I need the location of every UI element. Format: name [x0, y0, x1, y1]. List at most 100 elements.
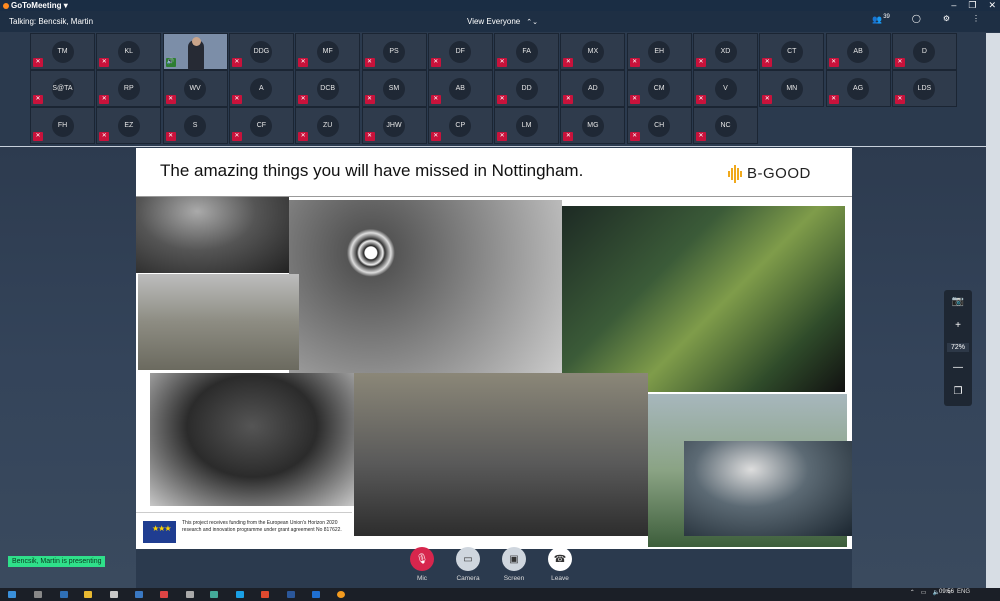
chrome-icon[interactable]: [261, 591, 269, 598]
fit-window-button[interactable]: ❐: [944, 386, 972, 397]
participant-tile[interactable]: 🔊: [162, 33, 228, 70]
participant-tile[interactable]: AG ✕: [825, 70, 891, 107]
more-button[interactable]: ⋮: [972, 14, 980, 23]
participant-tile[interactable]: ZU ✕: [295, 107, 361, 144]
participant-tile[interactable]: LM ✕: [494, 107, 560, 144]
participant-tile[interactable]: S@TA ✕: [30, 70, 95, 107]
photo-umbrella-droplets: [684, 441, 852, 536]
participant-tile[interactable]: RP ✕: [96, 70, 162, 107]
participant-tile[interactable]: WV ✕: [162, 70, 228, 107]
participant-tile[interactable]: FA ✕: [494, 33, 560, 70]
participant-tile[interactable]: CF ✕: [228, 107, 294, 144]
participant-tile[interactable]: FH ✕: [30, 107, 95, 144]
participant-initials: CT: [780, 40, 803, 63]
bgood-logo-text: B-GOOD: [747, 165, 811, 182]
language-indicator[interactable]: ENG: [957, 589, 970, 596]
talking-indicator: Talking: Bencsik, Martin: [9, 17, 94, 26]
participant-tile[interactable]: DF ✕: [427, 33, 493, 70]
participant-tile[interactable]: KL ✕: [96, 33, 162, 70]
participant-tile[interactable]: MN ✕: [759, 70, 825, 107]
participant-tile[interactable]: DD ✕: [494, 70, 560, 107]
participant-tile[interactable]: XD ✕: [693, 33, 758, 70]
mail-icon[interactable]: [135, 591, 143, 598]
folder-icon[interactable]: [84, 591, 92, 598]
participant-tile[interactable]: NC ✕: [693, 107, 758, 144]
taskbar-clock[interactable]: 09:56: [939, 589, 954, 595]
participant-tile[interactable]: JHW ✕: [361, 107, 427, 144]
eu-funding-text: This project receives funding from the E…: [182, 520, 342, 533]
app-icon-2[interactable]: [186, 591, 194, 598]
screen-button[interactable]: ▣ Screen: [502, 547, 526, 582]
maximize-button[interactable]: ❐: [968, 0, 976, 11]
settings-button[interactable]: ⚙: [943, 14, 950, 23]
search-icon[interactable]: [34, 591, 42, 598]
leave-button[interactable]: ☎ Leave: [548, 547, 572, 582]
participant-tile[interactable]: PS ✕: [361, 33, 427, 70]
participant-tile[interactable]: S ✕: [162, 107, 228, 144]
participant-initials: DDG: [250, 40, 273, 63]
app-icon-3[interactable]: [210, 591, 218, 598]
participant-tile[interactable]: AB ✕: [427, 70, 493, 107]
gotomeeting-taskbar-icon[interactable]: [337, 591, 345, 598]
mic-muted-icon: ✕: [762, 58, 773, 67]
app-icon-4[interactable]: [312, 591, 320, 598]
participant-tile[interactable]: EH ✕: [626, 33, 692, 70]
slide-header-rule: [136, 196, 852, 197]
participant-tile[interactable]: DDG ✕: [228, 33, 294, 70]
zoom-in-button[interactable]: +: [944, 320, 972, 331]
app-icon[interactable]: [160, 591, 168, 598]
participant-initials: WV: [184, 77, 207, 100]
participant-tile[interactable]: SM ✕: [361, 70, 427, 107]
participant-tile[interactable]: CM ✕: [626, 70, 692, 107]
participants-button[interactable]: 👥39: [872, 14, 890, 24]
app-logo[interactable]: GoToMeeting ▾: [3, 0, 68, 11]
participant-tile[interactable]: LDS ✕: [891, 70, 957, 107]
participant-tile[interactable]: V ✕: [693, 70, 758, 107]
mic-muted-icon: ✕: [894, 95, 905, 104]
minimize-button[interactable]: –: [951, 0, 956, 11]
participant-tile[interactable]: AB ✕: [825, 33, 891, 70]
mic-button[interactable]: 🎙 Mic: [410, 547, 434, 582]
camera-button[interactable]: ▭ Camera: [456, 547, 480, 582]
close-button[interactable]: ✕: [988, 0, 996, 11]
background-left: [0, 147, 136, 588]
participant-tile[interactable]: D ✕: [891, 33, 957, 70]
participant-tile[interactable]: CH ✕: [626, 107, 692, 144]
participant-initials: D: [913, 40, 936, 63]
view-selector[interactable]: View Everyone ⌃⌄: [467, 17, 538, 26]
participant-tile[interactable]: MG ✕: [560, 107, 626, 144]
chevron-up-icon[interactable]: ⌃: [910, 589, 915, 596]
mic-muted-icon: ✕: [165, 95, 176, 104]
participant-tile[interactable]: DCB ✕: [295, 70, 361, 107]
participant-initials: AD: [581, 77, 604, 100]
participant-tile[interactable]: A ✕: [228, 70, 294, 107]
participant-tile[interactable]: MF ✕: [295, 33, 361, 70]
mic-muted-icon: ✕: [165, 132, 176, 141]
participant-tile[interactable]: CP ✕: [427, 107, 493, 144]
store-icon[interactable]: [110, 591, 118, 598]
mic-label: Mic: [416, 575, 428, 582]
participant-initials: AB: [449, 77, 472, 100]
edge-icon[interactable]: [60, 591, 68, 598]
word-icon[interactable]: [287, 591, 295, 598]
participant-initials: LDS: [913, 77, 936, 100]
right-side-panel: [986, 33, 1000, 588]
mic-muted-icon: ✕: [696, 58, 706, 67]
network-icon[interactable]: ▭: [921, 589, 927, 596]
windows-start-icon[interactable]: [8, 591, 16, 598]
chat-button[interactable]: ◯: [912, 14, 921, 23]
photo-umbrella-bw: [136, 185, 289, 273]
mic-muted-icon: ✕: [563, 95, 574, 104]
participant-tile[interactable]: MX ✕: [560, 33, 626, 70]
zoom-out-button[interactable]: —: [944, 362, 972, 373]
skype-icon[interactable]: [236, 591, 244, 598]
participant-initials: CF: [250, 114, 273, 137]
participant-initials: KL: [117, 40, 140, 63]
screenshot-button[interactable]: 📷: [944, 296, 972, 307]
participant-tile[interactable]: AD ✕: [560, 70, 626, 107]
participant-tile[interactable]: CT ✕: [759, 33, 825, 70]
participant-tile[interactable]: TM ✕: [30, 33, 95, 70]
participant-tile[interactable]: EZ ✕: [96, 107, 162, 144]
mic-muted-icon: ✕: [629, 132, 640, 141]
grid-divider: [0, 146, 986, 147]
